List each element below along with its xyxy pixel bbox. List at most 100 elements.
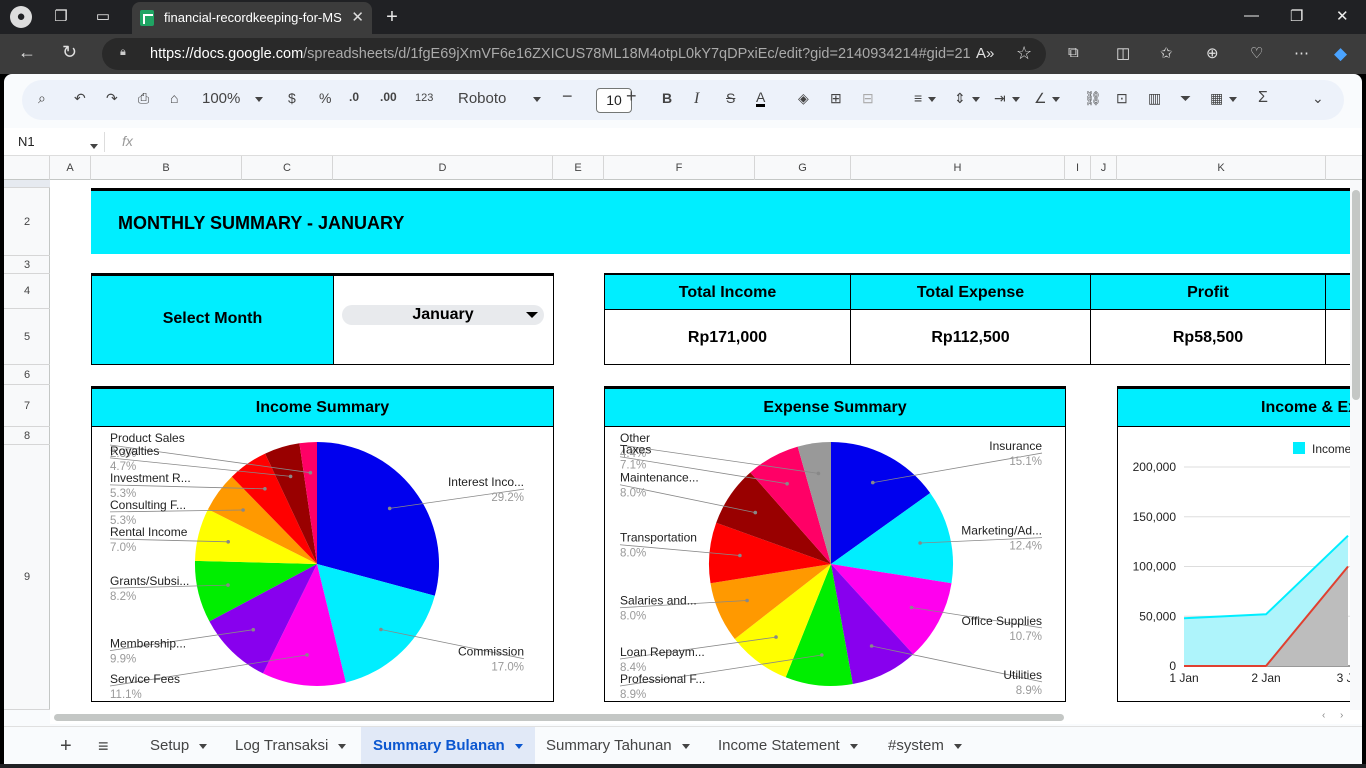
favorites-icon[interactable]: ✩ <box>1160 44 1173 62</box>
font-select[interactable]: Roboto <box>458 90 541 107</box>
column-header[interactable]: H <box>851 156 1065 180</box>
tab-log-transaksi[interactable]: Log Transaksi <box>235 727 347 764</box>
percent-format-button[interactable]: % <box>319 90 331 106</box>
income-summary-chart[interactable]: Income Summary Product Sales 2.3% Royaltie… <box>91 386 554 702</box>
restore-icon[interactable]: ❐ <box>1290 7 1303 25</box>
row-header[interactable]: 4 <box>4 274 50 309</box>
pie-label: Maintenance... <box>620 471 699 485</box>
insert-comment-icon[interactable]: ⊡ <box>1116 90 1128 107</box>
column-header[interactable]: I <box>1065 156 1091 180</box>
text-wrapping-icon[interactable]: ⇥ <box>994 90 1020 107</box>
pie-percent-label: 8.0% <box>620 611 646 623</box>
name-box[interactable]: N1 <box>18 134 35 149</box>
insert-link-icon[interactable]: ⛓︎ <box>1084 90 1102 107</box>
copilot-icon[interactable]: ◆ <box>1334 44 1347 64</box>
row-header[interactable]: 8 <box>4 427 50 445</box>
column-header[interactable]: A <box>50 156 91 180</box>
horizontal-scroll-thumb[interactable] <box>54 714 1064 721</box>
row-header[interactable]: 2 <box>4 188 50 256</box>
row-header[interactable]: 7 <box>4 385 50 427</box>
extensions-icon[interactable]: ⧉ <box>1068 44 1079 61</box>
font-size-increase-icon[interactable]: + <box>626 86 637 107</box>
add-sheet-icon[interactable]: + <box>60 727 72 764</box>
borders-icon[interactable]: ⊞ <box>830 90 842 107</box>
split-screen-icon[interactable]: ◫ <box>1116 44 1130 62</box>
tab-setup[interactable]: Setup <box>150 727 208 764</box>
sheet-grid[interactable]: MONTHLY SUMMARY - JANUARY Select Month J… <box>50 180 1350 710</box>
tab-actions-icon[interactable]: ▭ <box>92 6 114 28</box>
text-rotation-icon[interactable]: ∠ <box>1034 90 1061 107</box>
reload-icon[interactable]: ↻ <box>62 42 77 63</box>
column-header[interactable]: K <box>1117 156 1326 180</box>
pie-percent-label: 11.1% <box>110 689 142 701</box>
vertical-scroll-thumb[interactable] <box>1352 190 1360 400</box>
currency-format-button[interactable]: $ <box>288 90 296 106</box>
column-header[interactable]: D <box>333 156 553 180</box>
read-aloud-icon[interactable]: A» <box>976 45 994 62</box>
undo-icon[interactable]: ↶ <box>74 90 86 107</box>
strikethrough-button[interactable]: S <box>726 90 735 106</box>
decrease-decimal-button[interactable]: .0 <box>349 90 359 104</box>
site-info-icon[interactable]: 🔒︎ <box>120 46 132 60</box>
minimize-icon[interactable]: — <box>1244 7 1259 24</box>
profile-icon[interactable]: ● <box>10 6 32 28</box>
vertical-scrollbar[interactable] <box>1350 180 1362 710</box>
pie-label: Membership... <box>110 637 186 651</box>
new-tab-icon[interactable]: + <box>381 6 403 28</box>
increase-decimal-button[interactable]: .00 <box>380 90 397 104</box>
browser-tab-active[interactable]: financial-recordkeeping-for-MSM ✕ <box>132 2 372 34</box>
horizontal-scrollbar[interactable]: ‹ › <box>50 710 1362 724</box>
column-header[interactable]: G <box>755 156 851 180</box>
merge-cells-icon[interactable]: ⊟ <box>862 90 874 107</box>
filter-icon[interactable]: ⏷ <box>1180 90 1191 107</box>
scroll-right-icon[interactable]: › <box>1340 710 1343 721</box>
back-icon[interactable]: ← <box>18 42 36 63</box>
column-header[interactable]: C <box>242 156 333 180</box>
expense-summary-chart[interactable]: Expense Summary Other 4.4% Taxes 7.1% Mainte… <box>604 386 1066 702</box>
font-size-decrease-icon[interactable]: − <box>562 86 573 107</box>
row-header[interactable]: 5 <box>4 309 50 365</box>
vertical-align-icon[interactable]: ⇕ <box>954 90 980 107</box>
italic-button[interactable]: I <box>694 90 699 108</box>
close-window-icon[interactable]: ✕ <box>1336 7 1349 25</box>
column-header[interactable]: J <box>1091 156 1117 180</box>
paint-format-icon[interactable]: ⌂ <box>170 90 178 106</box>
close-tab-icon[interactable]: ✕ <box>351 8 364 26</box>
tab-system[interactable]: #system <box>888 727 962 764</box>
fill-color-icon[interactable]: ◈ <box>798 90 809 107</box>
insert-chart-icon[interactable]: ▥ <box>1148 90 1161 107</box>
url-field[interactable]: 🔒︎ https://docs.google.com/spreadsheets/… <box>102 38 1046 70</box>
income-expense-chart[interactable]: Income & Ex 0 50,000 100,000 150,000 200,000… <box>1117 386 1350 702</box>
more-formats-button[interactable]: 123 <box>415 92 433 104</box>
filter-views-icon[interactable]: ▦ <box>1210 90 1238 107</box>
tab-summary-tahunan[interactable]: Summary Tahunan <box>546 727 690 764</box>
select-all-corner[interactable] <box>4 156 50 180</box>
scroll-left-icon[interactable]: ‹ <box>1322 710 1325 721</box>
functions-button[interactable]: Σ <box>1258 89 1268 107</box>
column-header[interactable]: B <box>91 156 242 180</box>
search-menus-icon[interactable]: ⌕ <box>38 90 46 107</box>
row-header[interactable]: 9 <box>4 445 50 710</box>
workspaces-icon[interactable]: ❐ <box>50 6 72 28</box>
column-header[interactable]: F <box>604 156 755 180</box>
pie-label: Salaries and... <box>620 594 697 608</box>
row-header[interactable]: 6 <box>4 365 50 385</box>
collapse-toolbar-icon[interactable]: ⌄ <box>1312 90 1324 107</box>
row-header[interactable]: 3 <box>4 256 50 274</box>
column-header[interactable]: E <box>553 156 604 180</box>
bold-button[interactable]: B <box>662 90 672 106</box>
name-box-dropdown-icon[interactable] <box>90 138 98 156</box>
health-icon[interactable]: ♡ <box>1250 44 1263 62</box>
text-color-button[interactable]: A <box>756 90 766 107</box>
redo-icon[interactable]: ↷ <box>106 90 118 107</box>
collections-icon[interactable]: ⊕ <box>1206 44 1219 62</box>
more-menu-icon[interactable]: ⋯ <box>1294 44 1309 62</box>
print-icon[interactable]: ⎙ <box>138 90 149 107</box>
tab-summary-bulanan[interactable]: Summary Bulanan <box>361 727 535 764</box>
horizontal-align-icon[interactable]: ≡ <box>914 90 937 106</box>
tab-income-statement[interactable]: Income Statement <box>718 727 858 764</box>
zoom-select[interactable]: 100% <box>202 90 263 107</box>
all-sheets-icon[interactable]: ≡ <box>98 727 109 764</box>
month-dropdown[interactable]: January <box>342 305 544 325</box>
favorite-star-icon[interactable]: ☆ <box>1016 43 1032 64</box>
